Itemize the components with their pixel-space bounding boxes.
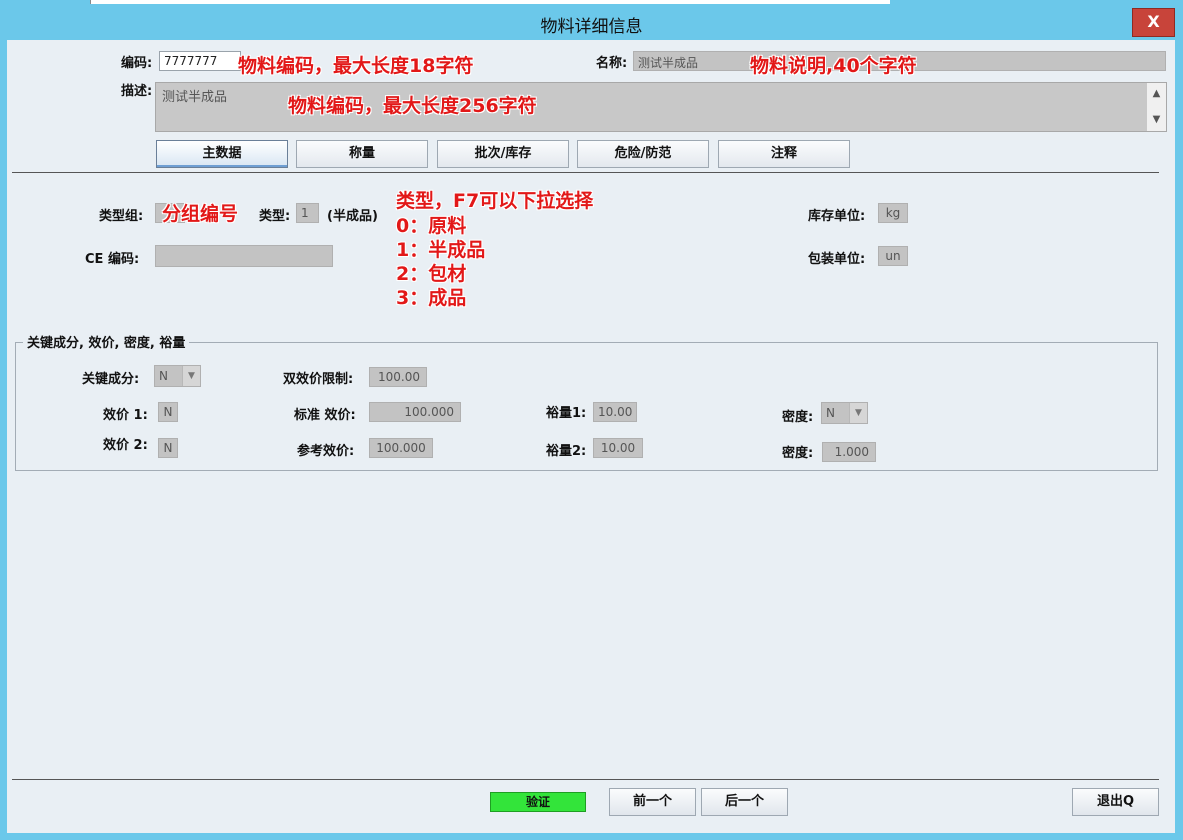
code-input[interactable]: 7777777 [159, 51, 241, 71]
tab-hazard-precaution[interactable]: 危险/防范 [577, 140, 709, 168]
std-potency-label: 标准 效价: [294, 408, 356, 423]
ref-potency-label: 参考效价: [297, 444, 355, 459]
tab-master-data[interactable]: 主数据 [156, 140, 288, 168]
description-label: 描述: [121, 84, 153, 99]
type-option-0: 0：原料 [396, 215, 467, 237]
stock-unit-input[interactable]: kg [878, 203, 908, 223]
ref-potency-input[interactable]: 100.000 [369, 438, 433, 458]
close-button[interactable]: X [1132, 8, 1175, 37]
tab-separator [12, 172, 1159, 173]
chevron-down-icon[interactable]: ▼ [849, 403, 867, 423]
name-label: 名称: [596, 56, 628, 71]
description-text: 测试半成品 [162, 90, 228, 105]
description-annotation: 物料编码，最大长度256字符 [288, 95, 537, 117]
next-button[interactable]: 后一个 [701, 788, 788, 816]
stock-unit-label: 库存单位: [808, 209, 866, 224]
std-potency-input[interactable]: 100.000 [369, 402, 461, 422]
tab-weighing[interactable]: 称量 [296, 140, 428, 168]
key-component-value: N [159, 369, 168, 383]
ce-code-input[interactable] [155, 245, 333, 267]
description-scrollbar[interactable]: ▲ ▼ [1146, 83, 1166, 131]
verify-indicator[interactable]: 验证 [490, 792, 586, 812]
margin1-label: 裕量1: [546, 406, 587, 421]
exit-button[interactable]: 退出Q [1072, 788, 1159, 816]
density2-label: 密度: [782, 446, 814, 461]
margin2-input[interactable]: 10.00 [593, 438, 643, 458]
scroll-up-icon[interactable]: ▲ [1149, 85, 1164, 103]
key-component-label: 关键成分: [82, 372, 140, 387]
margin1-input[interactable]: 10.00 [593, 402, 637, 422]
potency2-input[interactable]: N [158, 438, 178, 458]
type-option-2: 2：包材 [396, 263, 467, 285]
chevron-down-icon[interactable]: ▼ [182, 366, 200, 386]
group-title: 关键成分, 效价, 密度, 裕量 [23, 332, 190, 351]
type-input[interactable]: 1 [296, 203, 319, 223]
density-select-value: N [826, 406, 835, 420]
type-group-label: 类型组: [99, 209, 144, 224]
ce-code-label: CE 编码: [85, 252, 140, 267]
pack-unit-label: 包装单位: [808, 252, 866, 267]
title-bar[interactable]: 物料详细信息 X [0, 4, 1183, 40]
group-annotation: 分组编号 [162, 203, 239, 225]
dialog-body: 编码: 7777777 名称: 测试半成品 描述: 测试半成品 ▲ ▼ 主数据 … [7, 40, 1175, 833]
application-window: 物料详细信息 X 编码: 7777777 名称: 测试半成品 描述: 测试半成品… [0, 0, 1183, 840]
code-label: 编码: [121, 56, 153, 71]
tab-notes[interactable]: 注释 [718, 140, 850, 168]
potency-density-group [15, 342, 1158, 471]
tab-batch-stock[interactable]: 批次/库存 [437, 140, 569, 168]
code-annotation: 物料编码，最大长度18字符 [238, 55, 474, 77]
pack-unit-input[interactable]: un [878, 246, 908, 266]
density1-label: 密度: [782, 410, 814, 425]
dual-potency-input[interactable]: 100.00 [369, 367, 427, 387]
scroll-down-icon[interactable]: ▼ [1149, 111, 1164, 129]
window-title: 物料详细信息 [540, 17, 643, 37]
margin2-label: 裕量2: [546, 444, 587, 459]
type-label: 类型: [259, 209, 291, 224]
dual-potency-label: 双效价限制: [283, 372, 354, 387]
name-annotation: 物料说明,40个字符 [750, 55, 917, 77]
potency2-label: 效价 2: [103, 438, 148, 453]
potency1-input[interactable]: N [158, 402, 178, 422]
type-option-3: 3：成品 [396, 287, 467, 309]
density-select[interactable]: N ▼ [821, 402, 868, 424]
density-value-input[interactable]: 1.000 [822, 442, 876, 462]
footer-separator [12, 779, 1159, 780]
type-description: (半成品) [327, 209, 378, 224]
type-option-1: 1：半成品 [396, 239, 486, 261]
prev-button[interactable]: 前一个 [609, 788, 696, 816]
potency1-label: 效价 1: [103, 408, 148, 423]
key-component-select[interactable]: N ▼ [154, 365, 201, 387]
type-annotation-title: 类型，F7可以下拉选择 [396, 190, 594, 212]
